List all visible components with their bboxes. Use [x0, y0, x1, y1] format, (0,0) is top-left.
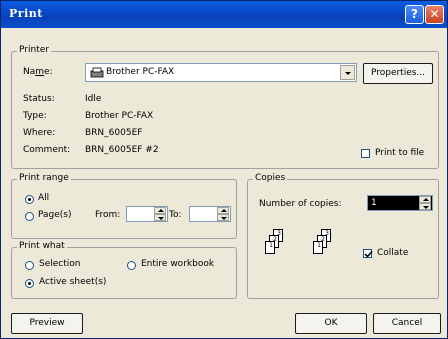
properties-label: Properties... [370, 68, 426, 78]
all-radio[interactable] [25, 195, 34, 204]
properties-button[interactable]: Properties... [363, 63, 433, 84]
printer-group-label: Printer [17, 45, 51, 55]
collate-pages-icon: 3 2 1 3 2 1 [263, 229, 343, 273]
print-dialog: Print ? ✕ Printer Name: Brother PC-FAX P… [0, 0, 448, 339]
spin-down-icon[interactable] [419, 203, 431, 210]
entire-workbook-radio[interactable] [127, 261, 136, 270]
print-range-group-label: Print range [17, 173, 71, 183]
spin-down-icon[interactable] [217, 214, 229, 221]
page-icon: 1 [313, 241, 323, 254]
type-label: Type: [23, 111, 47, 121]
cancel-label: Cancel [391, 318, 423, 328]
ok-label: OK [324, 318, 338, 328]
name-label: Name: [23, 67, 53, 77]
all-label: All [38, 193, 50, 203]
print-to-file-label: Print to file [375, 148, 425, 158]
collate-label: Collate [377, 248, 409, 258]
page-icon: 1 [265, 241, 275, 254]
active-sheets-radio[interactable] [25, 279, 34, 288]
close-button[interactable]: ✕ [425, 5, 444, 24]
ok-button[interactable]: OK [295, 313, 367, 334]
number-of-copies-label: Number of copies: [259, 199, 342, 209]
comment-value: BRN_6005EF #2 [85, 145, 159, 155]
status-value: Idle [85, 94, 102, 104]
cancel-button[interactable]: Cancel [373, 313, 441, 334]
to-spinner[interactable] [189, 206, 231, 222]
where-label: Where: [23, 128, 56, 138]
print-what-group: Print what [11, 241, 237, 299]
print-what-group-label: Print what [17, 241, 67, 251]
printer-icon [90, 67, 104, 78]
selection-radio[interactable] [25, 261, 34, 270]
spin-up-icon[interactable] [217, 207, 229, 214]
status-label: Status: [23, 94, 55, 104]
print-to-file-checkbox[interactable] [361, 149, 370, 158]
from-label: From: [95, 210, 121, 220]
preview-button[interactable]: Preview [11, 313, 83, 334]
preview-label: Preview [29, 318, 65, 328]
where-value: BRN_6005EF [85, 128, 143, 138]
pages-label: Page(s) [38, 210, 72, 220]
chevron-down-icon[interactable] [340, 65, 355, 80]
selection-label: Selection [39, 259, 81, 269]
active-sheets-label: Active sheet(s) [39, 277, 107, 287]
to-label: To: [169, 210, 182, 220]
from-spinner[interactable] [126, 206, 168, 222]
title-bar[interactable]: Print ? ✕ [1, 1, 447, 28]
printer-name-combo[interactable]: Brother PC-FAX [85, 63, 357, 82]
pages-radio[interactable] [25, 212, 34, 221]
comment-label: Comment: [23, 145, 71, 155]
copies-group-label: Copies [253, 173, 288, 183]
help-button[interactable]: ? [405, 5, 424, 24]
type-value: Brother PC-FAX [85, 111, 154, 121]
copies-value: 1 [371, 198, 377, 208]
copies-spinner[interactable]: 1 [367, 195, 433, 211]
spin-up-icon[interactable] [154, 207, 166, 214]
spin-up-icon[interactable] [419, 196, 431, 203]
entire-workbook-label: Entire workbook [141, 259, 215, 269]
window-title: Print [9, 7, 43, 20]
printer-name-value: Brother PC-FAX [106, 67, 175, 77]
collate-checkbox[interactable] [363, 249, 373, 258]
spin-down-icon[interactable] [154, 214, 166, 221]
